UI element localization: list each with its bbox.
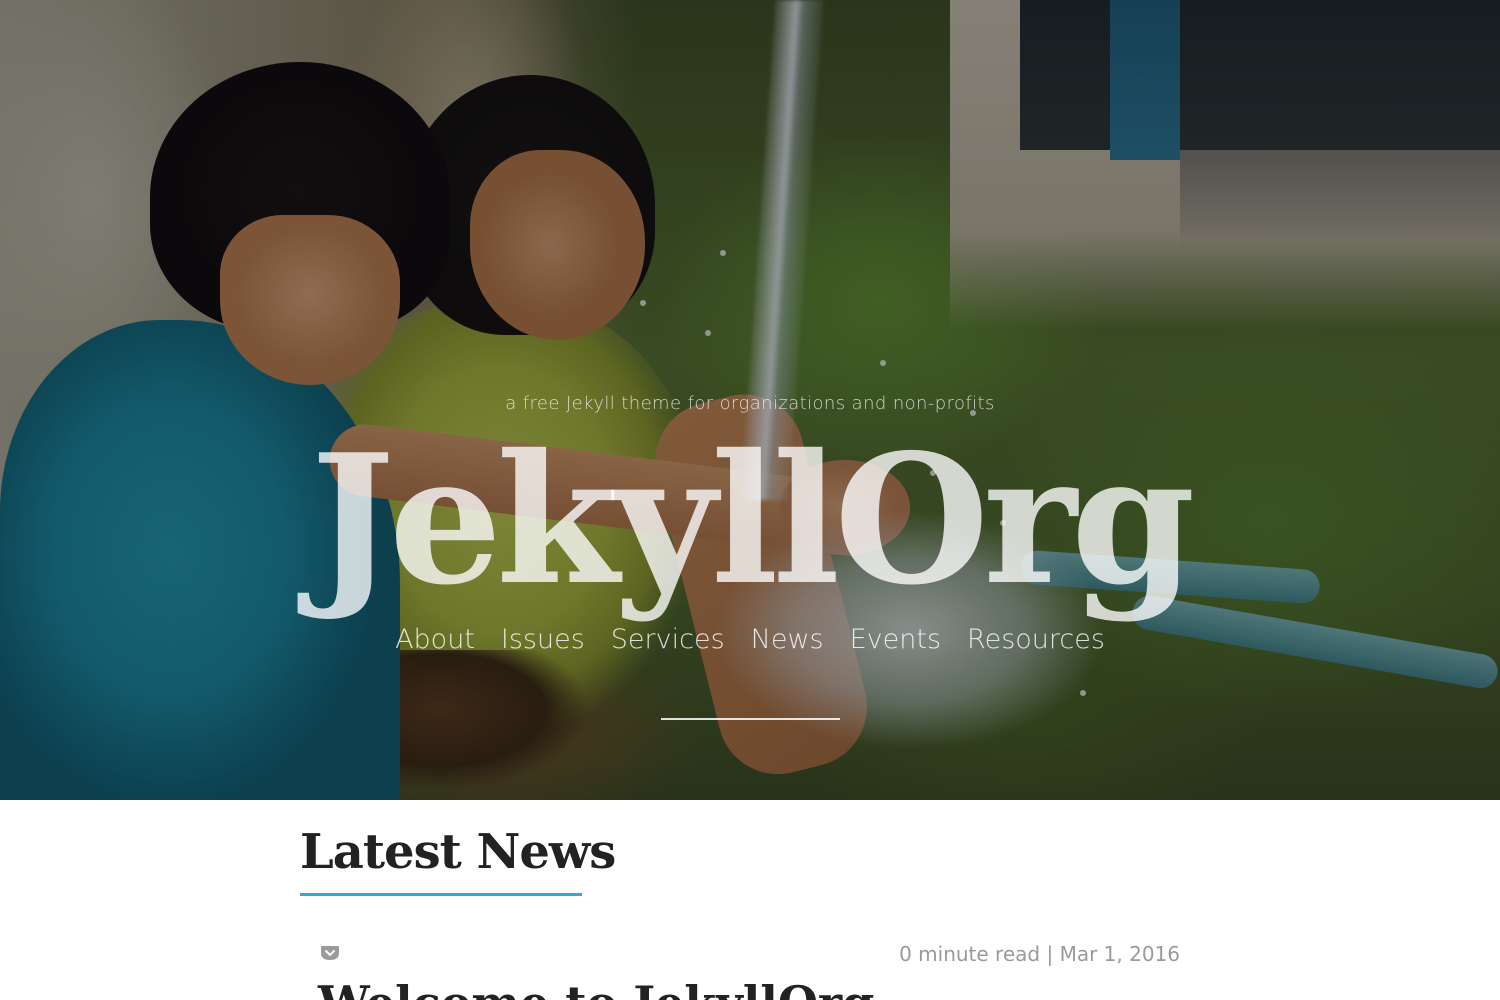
main-nav: About Issues Services News Events Resour… (0, 624, 1500, 655)
pocket-icon[interactable] (320, 943, 340, 963)
nav-item-about[interactable]: About (382, 624, 488, 655)
hero-divider (661, 718, 840, 720)
latest-news-section: Latest News 0 minute read | Mar 1, 2016 … (0, 800, 1500, 1000)
site-title[interactable]: JekyllOrg (0, 420, 1500, 620)
post-date: Mar 1, 2016 (1059, 942, 1180, 966)
post-meta: 0 minute read | Mar 1, 2016 (820, 942, 1180, 966)
nav-item-resources[interactable]: Resources (954, 624, 1118, 655)
hero-header: a free Jekyll theme for organizations an… (0, 0, 1500, 800)
section-heading: Latest News (300, 824, 616, 880)
page: a free Jekyll theme for organizations an… (0, 0, 1500, 1000)
nav-item-services[interactable]: Services (598, 624, 738, 655)
post-title[interactable]: Welcome to JekyllOrg (318, 976, 874, 1000)
section-heading-underline (300, 893, 582, 896)
post-read-time: 0 minute read (899, 942, 1041, 966)
nav-item-issues[interactable]: Issues (488, 624, 598, 655)
site-tagline: a free Jekyll theme for organizations an… (505, 393, 995, 414)
nav-item-news[interactable]: News (738, 624, 837, 655)
post-meta-separator: | (1046, 942, 1054, 966)
nav-item-events[interactable]: Events (837, 624, 954, 655)
